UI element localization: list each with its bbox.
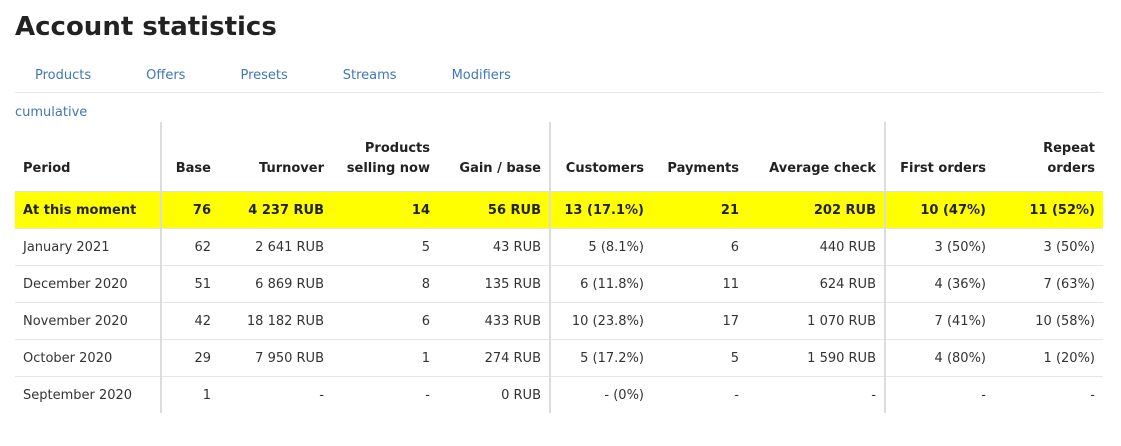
cell-payments: 11 bbox=[652, 265, 747, 303]
cell-gain: 135 RUB bbox=[438, 265, 551, 303]
column-header-products-selling-now: Products selling now bbox=[332, 122, 438, 192]
cumulative-link[interactable]: cumulative bbox=[15, 105, 87, 120]
column-header-products-line1: Products bbox=[364, 141, 430, 156]
cell-repeat-orders: 10 (58%) bbox=[994, 302, 1103, 340]
cell-customers: 13 (17.1%) bbox=[550, 191, 652, 229]
cell-base: 62 bbox=[161, 228, 219, 266]
cell-period: January 2021 bbox=[15, 228, 162, 266]
cell-average-check: - bbox=[747, 376, 886, 413]
cell-base: 76 bbox=[161, 191, 219, 229]
table-row: December 2020 51 6 869 RUB 8 135 RUB 6 (… bbox=[15, 265, 1103, 303]
cell-base: 1 bbox=[202, 387, 211, 403]
cell-base: 42 bbox=[161, 302, 219, 340]
cell-gain: 0 RUB bbox=[438, 376, 551, 413]
cell-period: September 2020 bbox=[15, 376, 162, 413]
cell-first-orders: - bbox=[981, 387, 986, 403]
cell-period: November 2020 bbox=[15, 302, 162, 340]
cell-customers: 6 (11.8%) bbox=[550, 265, 652, 303]
table-row: January 2021 62 2 641 RUB 5 43 RUB 5 (8.… bbox=[15, 228, 1103, 266]
cell-average-check: 624 RUB bbox=[747, 265, 886, 303]
cell-period: December 2020 bbox=[15, 265, 162, 303]
cell-products: 6 bbox=[332, 302, 438, 340]
cell-products: 14 bbox=[332, 191, 438, 229]
cell-turnover: - bbox=[319, 387, 324, 403]
statistics-table: Period Base Turnover Products selling now… bbox=[15, 122, 1103, 413]
page-title: Account statistics bbox=[15, 12, 277, 42]
cell-gain: 43 RUB bbox=[438, 228, 551, 266]
cell-customers: - (0%) bbox=[604, 387, 644, 403]
table-row-at-this-moment: At this moment 76 4 237 RUB 14 56 RUB 13… bbox=[15, 191, 1103, 229]
cell-first-orders: 3 (50%) bbox=[885, 228, 994, 266]
account-statistics-page: Account statistics Products Offers Prese… bbox=[0, 0, 1121, 446]
cell-products: 8 bbox=[332, 265, 438, 303]
cell-first-orders: 4 (80%) bbox=[885, 339, 994, 377]
column-header-repeat-orders: Repeat orders bbox=[994, 122, 1103, 192]
table-row: November 2020 42 18 182 RUB 6 433 RUB 10… bbox=[15, 302, 1103, 340]
cell-base: 29 bbox=[161, 339, 219, 377]
cell-products: 5 bbox=[332, 228, 438, 266]
cell-repeat-orders: 1 (20%) bbox=[994, 339, 1103, 377]
column-header-base: Base bbox=[161, 122, 219, 192]
cell-first-orders: 7 (41%) bbox=[885, 302, 994, 340]
cell-gain: 274 RUB bbox=[438, 339, 551, 377]
tab-streams[interactable]: Streams bbox=[343, 60, 397, 92]
cell-first-orders: 4 (36%) bbox=[885, 265, 994, 303]
cell-repeat-orders: 3 (50%) bbox=[994, 228, 1103, 266]
table-row: October 2020 29 7 950 RUB 1 274 RUB 5 (1… bbox=[15, 339, 1103, 377]
cell-average-check: 1 070 RUB bbox=[747, 302, 886, 340]
cell-payments: 5 bbox=[652, 339, 747, 377]
column-header-average-check: Average check bbox=[747, 122, 886, 192]
cell-turnover: 7 950 RUB bbox=[219, 339, 332, 377]
cell-payments: - bbox=[734, 387, 739, 403]
cell-repeat-orders: 7 (63%) bbox=[994, 265, 1103, 303]
cell-period: October 2020 bbox=[15, 339, 162, 377]
column-header-turnover: Turnover bbox=[219, 122, 332, 192]
cell-turnover: 4 237 RUB bbox=[219, 191, 332, 229]
cell-turnover: 18 182 RUB bbox=[219, 302, 332, 340]
cell-turnover: 6 869 RUB bbox=[219, 265, 332, 303]
cell-payments: 17 bbox=[652, 302, 747, 340]
column-header-customers: Customers bbox=[550, 122, 652, 192]
section-tabs: Products Offers Presets Streams Modifier… bbox=[15, 60, 1103, 93]
cell-repeat-orders: 11 (52%) bbox=[994, 191, 1103, 229]
cell-period: At this moment bbox=[15, 191, 162, 229]
cell-products: 1 bbox=[332, 339, 438, 377]
cell-payments: 6 bbox=[652, 228, 747, 266]
tab-presets[interactable]: Presets bbox=[240, 60, 287, 92]
column-header-payments: Payments bbox=[652, 122, 747, 192]
table-header-row: Period Base Turnover Products selling now… bbox=[15, 122, 1103, 192]
tab-modifiers[interactable]: Modifiers bbox=[452, 60, 511, 92]
cell-repeat-orders: - bbox=[1090, 387, 1095, 403]
cell-payments: 21 bbox=[652, 191, 747, 229]
tab-offers[interactable]: Offers bbox=[146, 60, 185, 92]
table-row: September 2020 1 - - 0 RUB - (0%) - - - … bbox=[15, 376, 1103, 413]
cell-base: 51 bbox=[161, 265, 219, 303]
cell-customers: 5 (17.2%) bbox=[550, 339, 652, 377]
cell-products: - bbox=[425, 387, 430, 403]
cell-average-check: 440 RUB bbox=[747, 228, 886, 266]
cell-first-orders: 10 (47%) bbox=[885, 191, 994, 229]
cell-gain: 56 RUB bbox=[438, 191, 551, 229]
column-header-period: Period bbox=[15, 122, 162, 192]
column-header-gain-base: Gain / base bbox=[438, 122, 551, 192]
cell-average-check: 1 590 RUB bbox=[747, 339, 886, 377]
column-header-first-orders: First orders bbox=[885, 122, 994, 192]
cell-turnover: 2 641 RUB bbox=[219, 228, 332, 266]
column-header-products-line2: selling now bbox=[346, 161, 430, 176]
cell-customers: 10 (23.8%) bbox=[550, 302, 652, 340]
cell-customers: 5 (8.1%) bbox=[550, 228, 652, 266]
cell-average-check: 202 RUB bbox=[747, 191, 886, 229]
cell-gain: 433 RUB bbox=[438, 302, 551, 340]
tab-products[interactable]: Products bbox=[35, 60, 91, 92]
